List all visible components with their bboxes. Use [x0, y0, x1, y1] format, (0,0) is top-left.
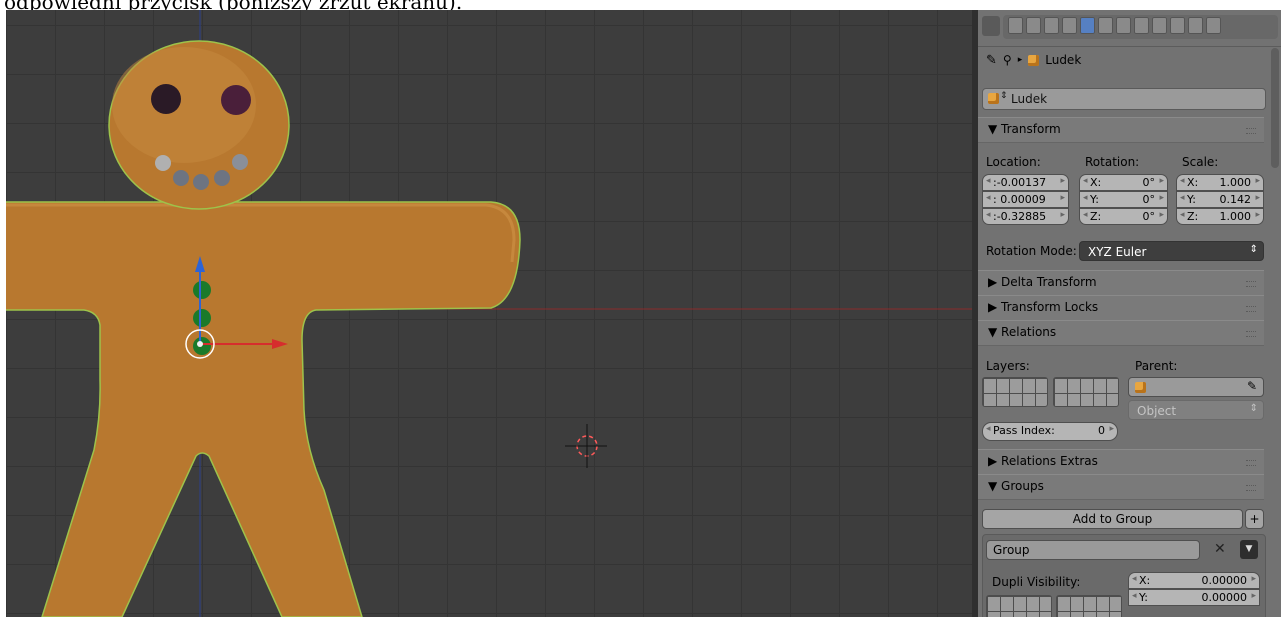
- particles-icon[interactable]: [1188, 17, 1203, 34]
- dupli-offset-y-field[interactable]: ◂ Y: 0.00000 ▸: [1128, 589, 1260, 606]
- scale-label: Scale:: [1182, 155, 1219, 169]
- scene-icon[interactable]: [1044, 17, 1059, 34]
- rotation-x-field[interactable]: ◂ X: 0° ▸: [1079, 174, 1168, 191]
- material-icon[interactable]: [1152, 17, 1167, 34]
- modifiers-icon[interactable]: [1116, 17, 1131, 34]
- panel-grip-icon[interactable]: [1246, 460, 1256, 466]
- properties-toolbar: [978, 10, 1281, 47]
- right-eye: [221, 85, 251, 115]
- group-specials-button[interactable]: ▼: [1240, 540, 1258, 559]
- location-label: Location:: [986, 155, 1041, 169]
- layers-grid-left[interactable]: [982, 377, 1048, 407]
- rotation-mode-label: Rotation Mode:: [986, 244, 1077, 258]
- parent-type-dropdown[interactable]: Object ⇕: [1128, 400, 1264, 420]
- chevron-updown-icon: ⇕: [1249, 403, 1258, 414]
- relations-extras-panel-header[interactable]: ▶ Relations Extras: [978, 449, 1264, 475]
- viewport-scene: [6, 10, 972, 617]
- groups-panel-header[interactable]: ▼ Groups: [978, 474, 1264, 500]
- scale-x-field[interactable]: ◂ X: 1.000 ▸: [1176, 174, 1264, 191]
- breadcrumb: ✎ ⚲ ▸ Ludek: [986, 50, 1081, 70]
- transform-panel-header[interactable]: ▼ Transform: [978, 117, 1264, 143]
- chevron-right-icon: ▸: [1017, 55, 1023, 65]
- add-group-plus-button[interactable]: +: [1245, 509, 1264, 529]
- 3d-viewport[interactable]: [6, 10, 972, 617]
- layers-grid-right[interactable]: [1053, 377, 1119, 407]
- rotation-y-field[interactable]: ◂ Y: 0° ▸: [1079, 191, 1168, 208]
- location-x-field[interactable]: ◂:-0.00137 ▸: [982, 174, 1069, 191]
- properties-editor: ✎ ⚲ ▸ Ludek ⇕ Ludek ▼ Transform Location…: [978, 10, 1281, 617]
- breadcrumb-object-name: Ludek: [1045, 53, 1082, 67]
- editor-type-button[interactable]: [982, 16, 1000, 36]
- panel-grip-icon[interactable]: [1246, 281, 1256, 287]
- chevron-updown-icon[interactable]: ⇕: [1000, 91, 1008, 101]
- triangle-right-icon: ▶: [988, 275, 1002, 289]
- eyedropper-icon[interactable]: ✎: [1247, 379, 1257, 393]
- object-cube-icon: [988, 93, 999, 104]
- render-icon[interactable]: [1008, 17, 1023, 34]
- data-icon[interactable]: [1134, 17, 1149, 34]
- add-to-group-button[interactable]: Add to Group: [982, 509, 1243, 529]
- location-y-field[interactable]: ◂: 0.00009 ▸: [982, 191, 1069, 208]
- properties-scrollbar[interactable]: [1271, 48, 1279, 168]
- object-name-value: Ludek: [1011, 92, 1048, 106]
- triangle-down-icon: ▼: [1245, 544, 1253, 554]
- body: [6, 201, 521, 617]
- parent-label: Parent:: [1135, 359, 1178, 373]
- dupli-layers-grid-left[interactable]: [986, 595, 1052, 617]
- pin-icon[interactable]: ✎: [986, 53, 997, 68]
- world-icon[interactable]: [1062, 17, 1077, 34]
- triangle-right-icon: ▶: [988, 300, 1002, 314]
- dupli-layers-grid-right[interactable]: [1056, 595, 1122, 617]
- dupli-offset-x-field[interactable]: ◂ X: 0.00000 ▸: [1128, 572, 1260, 589]
- gingerbread-man: [6, 40, 521, 617]
- object-icon[interactable]: [1080, 17, 1095, 34]
- left-eye: [151, 84, 181, 114]
- rotation-z-field[interactable]: ◂ Z: 0° ▸: [1079, 208, 1168, 225]
- object-cube-icon: [1135, 382, 1146, 393]
- render-layers-icon[interactable]: [1026, 17, 1041, 34]
- panel-grip-icon[interactable]: [1246, 331, 1256, 337]
- constraints-icon[interactable]: [1098, 17, 1113, 34]
- plus-icon: +: [1249, 512, 1260, 526]
- remove-group-icon[interactable]: ✕: [1214, 541, 1226, 557]
- pass-index-field[interactable]: ◂ Pass Index: 0 ▸: [982, 422, 1118, 441]
- layers-label: Layers:: [986, 359, 1030, 373]
- transform-locks-panel-header[interactable]: ▶ Transform Locks: [978, 295, 1264, 321]
- triangle-down-icon: ▼: [988, 479, 1002, 493]
- scene-link-icon: ⚲: [1002, 53, 1012, 67]
- triangle-down-icon: ▼: [988, 122, 1002, 136]
- parent-field[interactable]: ✎: [1128, 377, 1264, 397]
- scale-z-field[interactable]: ◂ Z: 1.000 ▸: [1176, 208, 1264, 225]
- object-name-field[interactable]: ⇕ Ludek: [982, 88, 1266, 110]
- scale-y-field[interactable]: ◂ Y: 0.142 ▸: [1176, 191, 1264, 208]
- triangle-down-icon: ▼: [988, 325, 1002, 339]
- object-cube-icon: [1028, 54, 1040, 66]
- panel-grip-icon[interactable]: [1246, 128, 1256, 134]
- delta-transform-panel-header[interactable]: ▶ Delta Transform: [978, 270, 1264, 296]
- relations-panel-header[interactable]: ▼ Relations: [978, 320, 1264, 346]
- dupli-visibility-label: Dupli Visibility:: [992, 575, 1081, 589]
- 3d-cursor-icon: [565, 424, 607, 468]
- rotation-mode-dropdown[interactable]: XYZ Euler ⇕: [1079, 241, 1264, 261]
- texture-icon[interactable]: [1170, 17, 1185, 34]
- panel-grip-icon[interactable]: [1246, 485, 1256, 491]
- physics-icon[interactable]: [1206, 17, 1221, 34]
- triangle-right-icon: ▶: [988, 454, 1002, 468]
- rotation-label: Rotation:: [1085, 155, 1140, 169]
- chevron-updown-icon: ⇕: [1249, 244, 1258, 255]
- panel-grip-icon[interactable]: [1246, 306, 1256, 312]
- location-z-field[interactable]: ◂:-0.32885 ▸: [982, 208, 1069, 225]
- group-name-field[interactable]: Group: [986, 540, 1200, 560]
